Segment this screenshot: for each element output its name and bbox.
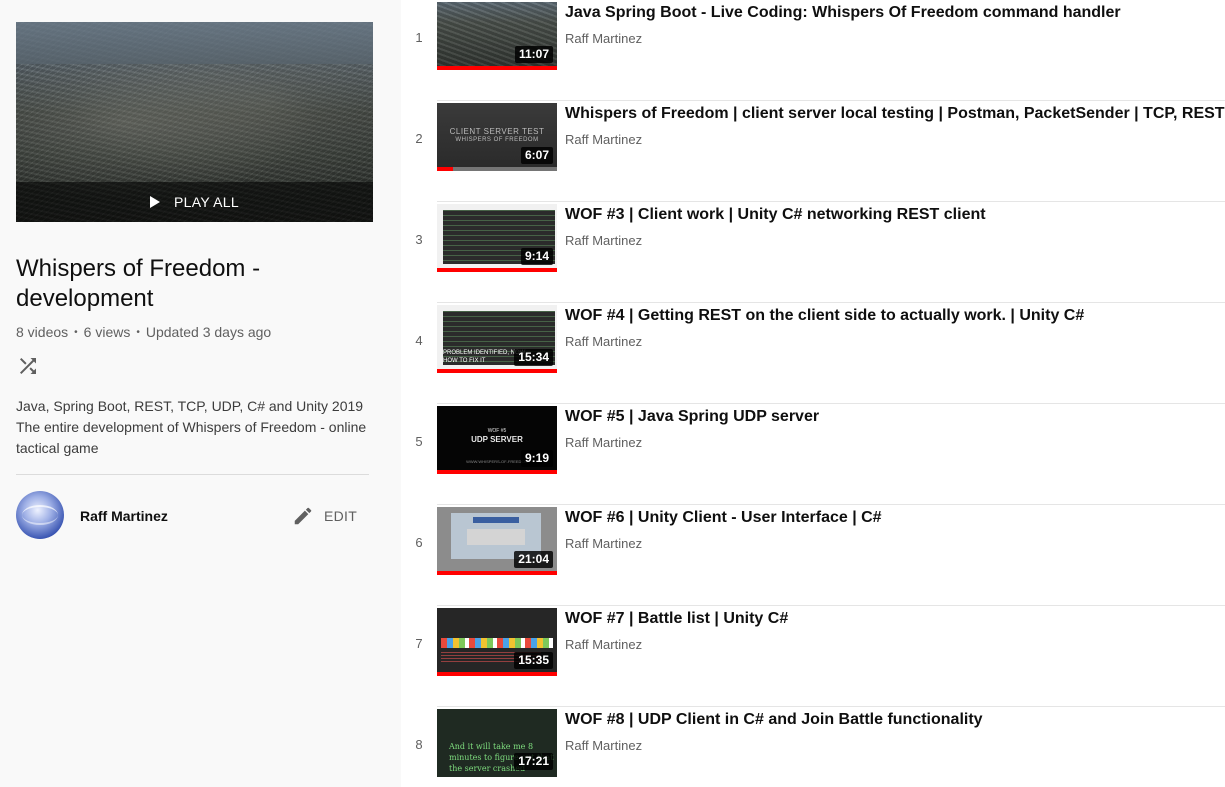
playlist-page: PLAY ALL Whispers of Freedom - developme…: [0, 0, 1225, 787]
video-duration: 15:35: [514, 652, 553, 669]
video-channel[interactable]: Raff Martinez: [565, 536, 642, 551]
description-line: The entire development of Whispers of Fr…: [16, 419, 367, 456]
watch-progress: [437, 571, 557, 575]
owner-avatar[interactable]: [16, 491, 64, 539]
playlist-title: Whispers of Freedom - development: [16, 255, 261, 312]
view-count: 6 views: [83, 324, 131, 340]
video-title[interactable]: WOF #5 | Java Spring UDP server: [565, 407, 819, 427]
shuffle-icon[interactable]: [16, 354, 40, 378]
video-row[interactable]: 1 11:07 Java Spring Boot - Live Coding: …: [401, 0, 1225, 101]
description-line: Java, Spring Boot, REST, TCP, UDP, C# an…: [16, 398, 364, 414]
avatar-swirl: [22, 505, 58, 525]
playlist-stats: 8 videos • 6 views • Updated 3 days ago: [16, 324, 271, 340]
watch-progress: [437, 672, 557, 676]
playlist-description: Java, Spring Boot, REST, TCP, UDP, C# an…: [16, 396, 376, 459]
dock-image: [441, 638, 553, 648]
video-thumbnail[interactable]: WOF #5 UDP SERVER WWW.WHISPERS-OF-FREEDO…: [437, 406, 557, 474]
watch-progress: [437, 167, 453, 171]
pencil-icon: [294, 507, 312, 525]
edit-label: EDIT: [324, 508, 358, 524]
video-index: 2: [415, 131, 423, 146]
video-channel[interactable]: Raff Martinez: [565, 637, 642, 652]
video-channel[interactable]: Raff Martinez: [565, 31, 642, 46]
video-index: 8: [415, 737, 423, 752]
video-duration: 9:19: [520, 450, 553, 467]
watch-progress: [437, 268, 557, 272]
video-channel[interactable]: Raff Martinez: [565, 738, 642, 753]
video-title[interactable]: WOF #6 | Unity Client - User Interface |…: [565, 508, 882, 528]
video-index: 5: [415, 434, 423, 449]
video-duration: 11:07: [514, 46, 553, 63]
thumb-text: And it will take me 8: [449, 742, 534, 751]
watch-progress: [437, 66, 557, 70]
video-list: 1 11:07 Java Spring Boot - Live Coding: …: [401, 0, 1225, 787]
video-duration: 9:14: [520, 248, 553, 265]
owner-name[interactable]: Raff Martinez: [80, 508, 168, 524]
video-row[interactable]: 2 CLIENT SERVER TEST WHISPERS OF FREEDOM…: [401, 101, 1225, 202]
thumb-caption: PROBLEM IDENTIFIED, NOW HOW TO FIX IT: [443, 349, 525, 365]
video-thumbnail[interactable]: CLIENT SERVER TEST WHISPERS OF FREEDOM 6…: [437, 103, 557, 171]
video-channel[interactable]: Raff Martinez: [565, 132, 642, 147]
video-index: 1: [415, 30, 423, 45]
video-thumbnail[interactable]: 11:07: [437, 2, 557, 70]
video-row[interactable]: 3 9:14 WOF #3 | Client work | Unity C# n…: [401, 202, 1225, 303]
video-thumbnail[interactable]: And it will take me 8 minutes to figure …: [437, 709, 557, 777]
video-index: 6: [415, 535, 423, 550]
playlist-sidebar: PLAY ALL Whispers of Freedom - developme…: [0, 0, 401, 787]
video-title[interactable]: WOF #4 | Getting REST on the client side…: [565, 306, 1084, 326]
thumb-text: UDP SERVER: [471, 435, 523, 444]
video-row[interactable]: 8 And it will take me 8 minutes to figur…: [401, 707, 1225, 787]
video-thumbnail[interactable]: 15:35: [437, 608, 557, 676]
watch-progress: [437, 369, 557, 373]
play-icon: [150, 196, 161, 208]
video-thumbnail[interactable]: 21:04: [437, 507, 557, 575]
play-all-label: PLAY ALL: [174, 194, 239, 210]
video-title[interactable]: Whispers of Freedom | client server loca…: [565, 104, 1225, 124]
video-row[interactable]: 6 21:04 WOF #6 | Unity Client - User Int…: [401, 505, 1225, 606]
video-thumbnail[interactable]: PROBLEM IDENTIFIED, NOW HOW TO FIX IT 15…: [437, 305, 557, 373]
video-title[interactable]: WOF #3 | Client work | Unity C# networki…: [565, 205, 986, 225]
edit-button[interactable]: EDIT: [292, 505, 357, 527]
play-all-button[interactable]: PLAY ALL: [16, 182, 373, 222]
video-channel[interactable]: Raff Martinez: [565, 435, 642, 450]
divider: [16, 474, 369, 475]
video-duration: 15:34: [514, 349, 553, 366]
thumb-text: WOF #5: [487, 428, 507, 434]
thumb-text: PROBLEM IDENTIFIED, NOW: [443, 350, 526, 356]
stats-separator: •: [74, 326, 78, 338]
hero-sky: [16, 22, 373, 64]
video-index: 3: [415, 232, 423, 247]
updated-text: Updated 3 days ago: [145, 324, 272, 340]
video-title[interactable]: Java Spring Boot - Live Coding: Whispers…: [565, 3, 1121, 23]
thumb-text: HOW TO FIX IT: [443, 358, 486, 364]
video-row[interactable]: 7 15:35 WOF #7 | Battle list | Unity C# …: [401, 606, 1225, 707]
video-channel[interactable]: Raff Martinez: [565, 233, 642, 248]
watch-progress-track: [437, 167, 557, 171]
video-count: 8 videos: [16, 324, 69, 340]
video-thumbnail[interactable]: 9:14: [437, 204, 557, 272]
video-duration: 6:07: [520, 147, 553, 164]
video-title[interactable]: WOF #8 | UDP Client in C# and Join Battl…: [565, 710, 983, 730]
thumb-text: WHISPERS OF FREEDOM: [455, 137, 539, 143]
video-channel[interactable]: Raff Martinez: [565, 334, 642, 349]
video-title[interactable]: WOF #7 | Battle list | Unity C#: [565, 609, 788, 629]
video-duration: 17:21: [514, 753, 553, 770]
thumb-text: CLIENT SERVER TEST: [449, 127, 545, 136]
video-index: 7: [415, 636, 423, 651]
unity-window-panel: [467, 529, 525, 545]
unity-window-bar: [473, 517, 519, 523]
video-index: 4: [415, 333, 423, 348]
playlist-thumbnail[interactable]: PLAY ALL: [16, 22, 373, 222]
video-duration: 21:04: [514, 551, 553, 568]
stats-separator: •: [136, 326, 140, 338]
video-row[interactable]: 5 WOF #5 UDP SERVER WWW.WHISPERS-OF-FREE…: [401, 404, 1225, 505]
video-row[interactable]: 4 PROBLEM IDENTIFIED, NOW HOW TO FIX IT …: [401, 303, 1225, 404]
watch-progress: [437, 470, 557, 474]
